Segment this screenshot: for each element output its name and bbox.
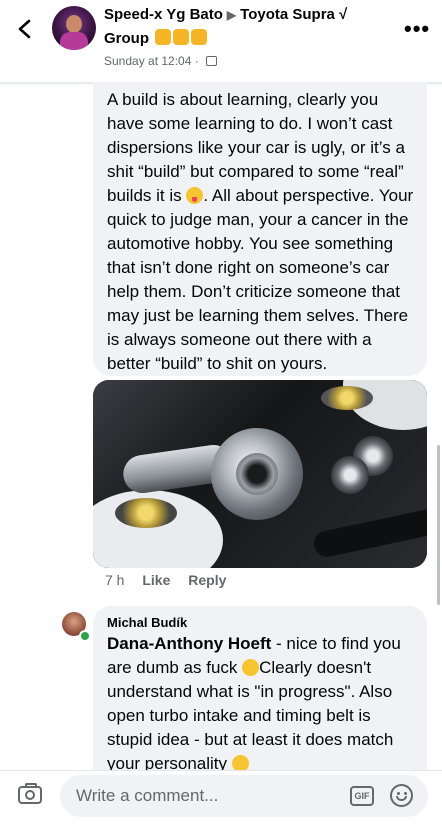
like-button[interactable]: Like: [142, 572, 170, 588]
fist-emoji-icon: [173, 29, 190, 45]
avatar-face: [66, 15, 82, 33]
photo-strut-tower-left: [115, 498, 177, 528]
group-name[interactable]: Toyota Supra √: [240, 6, 347, 23]
reply-author-name[interactable]: Michal Budík: [107, 615, 187, 630]
comment-input[interactable]: Write a comment... GIF: [60, 775, 428, 817]
timestamp-text[interactable]: Sunday at 12:04: [104, 54, 191, 68]
photo-turbo-inlet: [236, 453, 278, 495]
timestamp-separator: ·: [194, 54, 199, 68]
more-options-icon[interactable]: •••: [404, 18, 430, 40]
photo-strut-tower-right: [321, 386, 373, 410]
post-timestamp: Sunday at 12:04 ·: [104, 54, 218, 68]
post-text-bubble: A build is about learning, clearly you h…: [93, 82, 427, 376]
conversation-header: Speed-x Yg Bato ▶ Toyota Supra √ Group Sun…: [0, 0, 442, 82]
comment-composer: Write a comment... GIF: [0, 770, 442, 824]
comment-time-ago: 7 h: [105, 572, 125, 588]
online-status-dot: [79, 630, 91, 642]
back-arrow-icon[interactable]: [14, 18, 36, 40]
reply-button[interactable]: Reply: [188, 572, 226, 588]
gif-icon[interactable]: GIF: [350, 786, 374, 806]
photo-cam-pulley-lower: [331, 456, 369, 494]
group-name-continued[interactable]: Group: [104, 30, 149, 47]
author-avatar[interactable]: [52, 6, 96, 50]
comment-input-placeholder: Write a comment...: [76, 786, 219, 805]
post-text-part2: . All about perspective. Your quick to j…: [107, 186, 414, 373]
emoji-smiley-icon[interactable]: [390, 784, 413, 807]
camera-icon[interactable]: [18, 783, 42, 804]
avatar-shirt: [60, 32, 88, 50]
tongue-wink-emoji-icon: [186, 187, 204, 204]
post-text: A build is about learning, clearly you h…: [107, 88, 419, 376]
scrollbar[interactable]: [437, 445, 440, 605]
reply-text: Dana-Anthony Hoeft - nice to find you ar…: [107, 632, 419, 776]
comment-actions: 7 h Like Reply: [105, 572, 240, 588]
post-author-name[interactable]: Speed-x Yg Bato: [104, 6, 223, 23]
group-audience-icon: [206, 56, 218, 66]
arrow-right-icon: ▶: [226, 8, 237, 22]
tagged-user-name[interactable]: Dana-Anthony Hoeft: [107, 634, 271, 653]
engine-bay-photo[interactable]: [93, 380, 427, 568]
post-author-line: Speed-x Yg Bato ▶ Toyota Supra √: [104, 6, 347, 23]
group-name-line2: Group: [104, 29, 208, 47]
flexed-biceps-emoji-icon: [155, 29, 172, 45]
thumbs-up-emoji-icon: [191, 29, 208, 45]
